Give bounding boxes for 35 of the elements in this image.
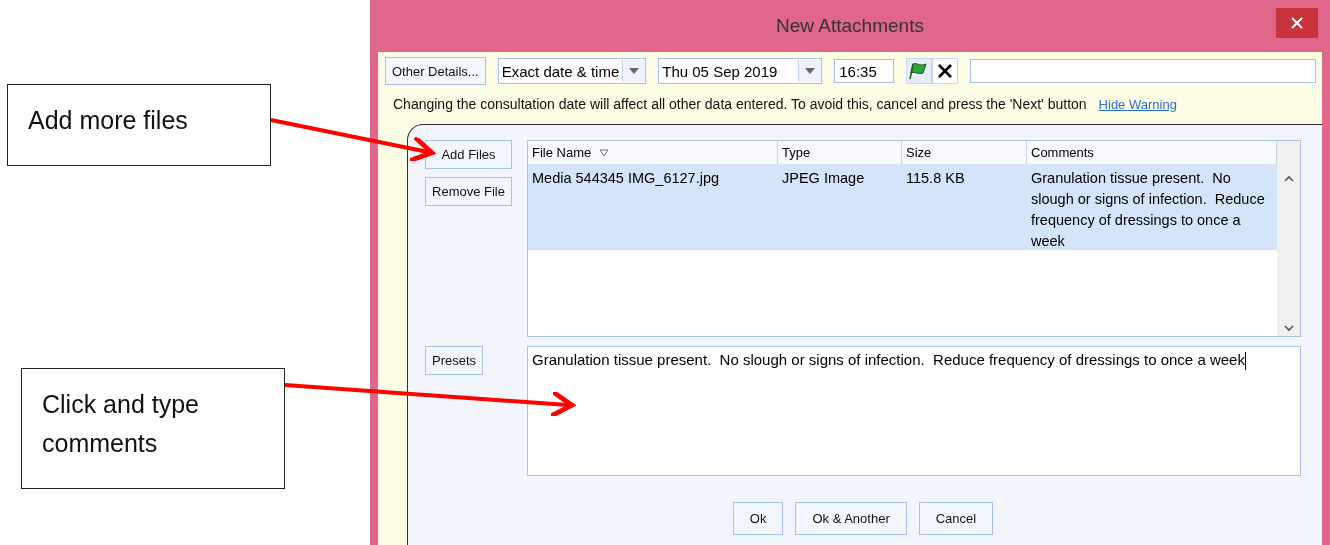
- callout-text: Add more files: [7, 84, 271, 166]
- close-button[interactable]: [1276, 8, 1318, 38]
- column-header[interactable]: Type: [778, 141, 902, 165]
- side-button[interactable]: Remove File: [425, 177, 512, 206]
- clear-icon[interactable]: [932, 58, 959, 84]
- column-header[interactable]: File Name: [528, 141, 778, 165]
- close-icon: [1291, 17, 1303, 29]
- other-details-button[interactable]: Other Details...: [385, 57, 486, 85]
- dialog-button[interactable]: Cancel: [918, 502, 994, 535]
- column-header[interactable]: Comments: [1027, 141, 1277, 165]
- table-cell[interactable]: 115.8 KB: [902, 165, 1027, 250]
- flag-icon[interactable]: [906, 58, 933, 84]
- side-button[interactable]: Add Files: [425, 140, 512, 169]
- table-cell[interactable]: Media 544345 IMG_6127.jpg: [528, 165, 778, 250]
- dropdown-arrow-icon: [805, 68, 816, 74]
- presets-button[interactable]: Presets: [425, 346, 484, 375]
- time-field[interactable]: 16:35: [834, 59, 895, 83]
- date-mode-dropdown[interactable]: Exact date & time: [497, 58, 647, 84]
- date-dropdown[interactable]: Thu 05 Sep 2019: [658, 58, 823, 84]
- dropdown-arrow-icon: [629, 68, 640, 74]
- callout-text: Click and type comments: [21, 368, 285, 489]
- comments-field[interactable]: Granulation tissue present. No slough or signs of infection. Reduce frequency of dressings to once a week: [527, 346, 1301, 476]
- warning-text: Changing the consultation date will affect all other data entered. To avoid this, cancel and press the 'Next' button: [393, 96, 1087, 112]
- text-field[interactable]: [970, 59, 1316, 83]
- window-title: New Attachments: [776, 15, 924, 37]
- hide-warning-link[interactable]: Hide Warning: [1098, 97, 1177, 112]
- column-header[interactable]: Size: [902, 141, 1027, 165]
- sort-icon: [599, 148, 610, 157]
- scroll-up-icon[interactable]: [1283, 175, 1294, 182]
- dialog-button[interactable]: Ok & Another: [795, 502, 907, 535]
- scrollbar[interactable]: [1277, 141, 1300, 336]
- dialog-button[interactable]: Ok: [732, 502, 784, 535]
- scroll-down-icon[interactable]: [1283, 325, 1294, 332]
- table-cell[interactable]: JPEG Image: [778, 165, 902, 250]
- table-cell[interactable]: Granulation tissue present. No slough or signs of infection. Reduce frequency of dressings to once a week: [1027, 165, 1277, 250]
